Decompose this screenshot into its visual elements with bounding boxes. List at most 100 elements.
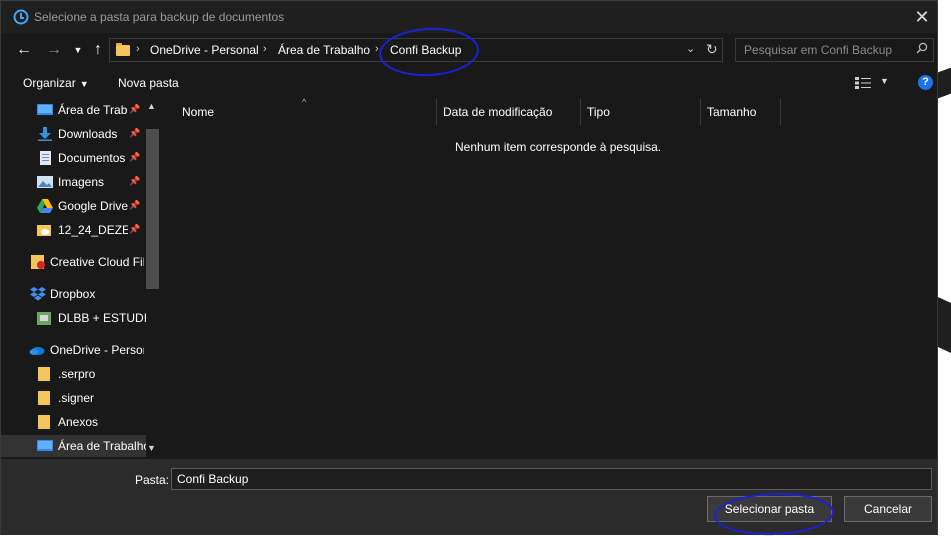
cloud-folder-icon: [37, 225, 51, 236]
pin-icon: 📌: [129, 152, 141, 162]
folder-icon: [38, 391, 50, 405]
breadcrumb-separator: ›: [263, 43, 267, 55]
new-folder-button[interactable]: Nova pasta: [118, 76, 179, 90]
desktop-icon: [37, 104, 53, 115]
nav-item-anexos[interactable]: Anexos: [1, 411, 146, 433]
nav-item-dlbb-estudio[interactable]: DLBB + ESTUDIC: [1, 307, 146, 329]
up-button[interactable]: ↑: [87, 39, 109, 61]
pin-icon: 📌: [129, 224, 141, 234]
chevron-down-icon: ▼: [73, 45, 83, 55]
pin-icon: 📌: [129, 200, 141, 210]
nav-item-label: Documentos: [58, 151, 126, 165]
forward-button[interactable]: →: [43, 39, 65, 61]
breadcrumb-separator: ›: [375, 43, 379, 55]
scroll-down-icon[interactable]: ▼: [147, 443, 156, 453]
navigation-pane: Área de Traba 📌 Downloads 📌 Documentos 📌…: [1, 99, 161, 459]
folder-field-label: Pasta:: [135, 473, 170, 487]
dropbox-icon: [30, 287, 46, 301]
close-icon: ✕: [914, 7, 930, 27]
nav-item-images[interactable]: Imagens 📌: [1, 171, 146, 193]
folder-icon: [116, 43, 130, 56]
nav-item-label: Dropbox: [50, 287, 96, 301]
nav-item-label: Creative Cloud Fil: [50, 255, 144, 269]
image-icon: [37, 176, 53, 188]
back-button[interactable]: ←: [13, 39, 35, 61]
breadcrumb-current[interactable]: Confi Backup: [390, 43, 461, 57]
view-options-icon[interactable]: [855, 77, 871, 89]
pin-icon: 📌: [129, 176, 141, 186]
nav-item-label: Imagens: [58, 175, 105, 189]
nav-item-google-drive[interactable]: Google Drive 📌: [1, 195, 146, 217]
title-bar: Selecione a pasta para backup de documen…: [1, 1, 937, 33]
close-button[interactable]: ✕: [907, 5, 937, 29]
nav-item-label: Área de Traba: [58, 103, 128, 117]
nav-item-signer[interactable]: .signer: [1, 387, 146, 409]
arrow-left-icon: ←: [16, 41, 32, 58]
arrow-right-icon: →: [46, 41, 62, 58]
pin-icon: 📌: [129, 128, 141, 138]
organize-label: Organizar: [23, 76, 76, 90]
folder-name-input[interactable]: [171, 468, 932, 490]
search-icon: [916, 42, 928, 54]
recent-locations-button[interactable]: ▼: [67, 39, 89, 61]
pin-icon: 📌: [129, 104, 141, 114]
document-icon: [40, 151, 51, 165]
organize-menu[interactable]: Organizar ▼: [23, 76, 89, 90]
folder-icon: [38, 367, 50, 381]
search-input[interactable]: Pesquisar em Confi Backup: [735, 38, 934, 62]
nav-item-label: .serpro: [58, 367, 96, 381]
file-list[interactable]: ^ Nome Data de modificação Tipo Tamanho …: [164, 97, 937, 459]
folder-icon: [38, 415, 50, 429]
nav-item-serpro[interactable]: .serpro: [1, 363, 146, 385]
nav-item-label: 12_24_DEZEM: [58, 223, 128, 237]
nav-item-label: Google Drive: [58, 199, 128, 213]
nav-item-12-24-dezem[interactable]: 12_24_DEZEM 📌: [1, 219, 146, 241]
empty-state-message: Nenhum item corresponde à pesquisa.: [455, 140, 662, 154]
scrollbar-thumb[interactable]: [146, 129, 159, 289]
bottom-panel: Pasta: Selecionar pasta Cancelar: [1, 459, 937, 535]
nav-item-dropbox[interactable]: Dropbox: [1, 283, 146, 305]
nav-item-onedrive[interactable]: OneDrive - Persor: [1, 339, 146, 361]
folder-image-icon: [37, 312, 51, 325]
nav-item-label: .signer: [58, 391, 95, 405]
column-divider[interactable]: [580, 99, 581, 125]
column-header-type[interactable]: Tipo: [587, 105, 610, 119]
breadcrumb-onedrive[interactable]: OneDrive - Personal: [150, 43, 259, 57]
window-title: Selecione a pasta para backup de documen…: [34, 10, 285, 24]
select-folder-button[interactable]: Selecionar pasta: [707, 496, 832, 522]
address-bar[interactable]: › OneDrive - Personal › Área de Trabalho…: [109, 38, 723, 62]
nav-item-downloads[interactable]: Downloads 📌: [1, 123, 146, 145]
breadcrumb-desktop[interactable]: Área de Trabalho: [278, 43, 370, 57]
refresh-icon[interactable]: ↻: [706, 41, 718, 58]
download-icon: [38, 127, 52, 141]
chevron-down-icon: ▼: [79, 79, 89, 89]
column-header-modified[interactable]: Data de modificação: [443, 105, 552, 119]
column-header-name[interactable]: Nome: [182, 105, 214, 119]
cancel-button[interactable]: Cancelar: [844, 496, 932, 522]
nav-item-desktop-quick[interactable]: Área de Traba 📌: [1, 99, 146, 121]
google-drive-icon: [37, 199, 53, 213]
sort-ascending-icon: ^: [302, 97, 307, 107]
onedrive-icon: [29, 347, 45, 355]
nav-item-desktop-onedrive[interactable]: Área de Trabalho: [1, 435, 146, 457]
nav-item-label: OneDrive - Persor: [50, 343, 144, 357]
scroll-up-icon[interactable]: ▲: [147, 101, 156, 111]
view-dropdown-icon[interactable]: ▼: [880, 76, 889, 86]
folder-picker-dialog: Selecione a pasta para backup de documen…: [0, 0, 938, 538]
creative-cloud-icon: [31, 255, 45, 269]
breadcrumb-separator: ›: [136, 43, 140, 55]
address-dropdown-icon[interactable]: ⌄: [686, 42, 695, 55]
background-desktop: [938, 0, 951, 538]
help-icon[interactable]: ?: [918, 75, 933, 90]
desktop-icon: [37, 440, 53, 451]
column-header-size[interactable]: Tamanho: [707, 105, 756, 119]
column-divider[interactable]: [780, 99, 781, 125]
column-divider[interactable]: [700, 99, 701, 125]
column-divider[interactable]: [436, 99, 437, 125]
nav-item-label: Área de Trabalho: [58, 439, 146, 453]
nav-item-documents[interactable]: Documentos 📌: [1, 147, 146, 169]
nav-item-label: Downloads: [58, 127, 118, 141]
nav-item-label: DLBB + ESTUDIC: [58, 311, 146, 325]
arrow-up-icon: ↑: [94, 41, 102, 58]
nav-item-creative-cloud[interactable]: Creative Cloud Fil: [1, 251, 146, 273]
